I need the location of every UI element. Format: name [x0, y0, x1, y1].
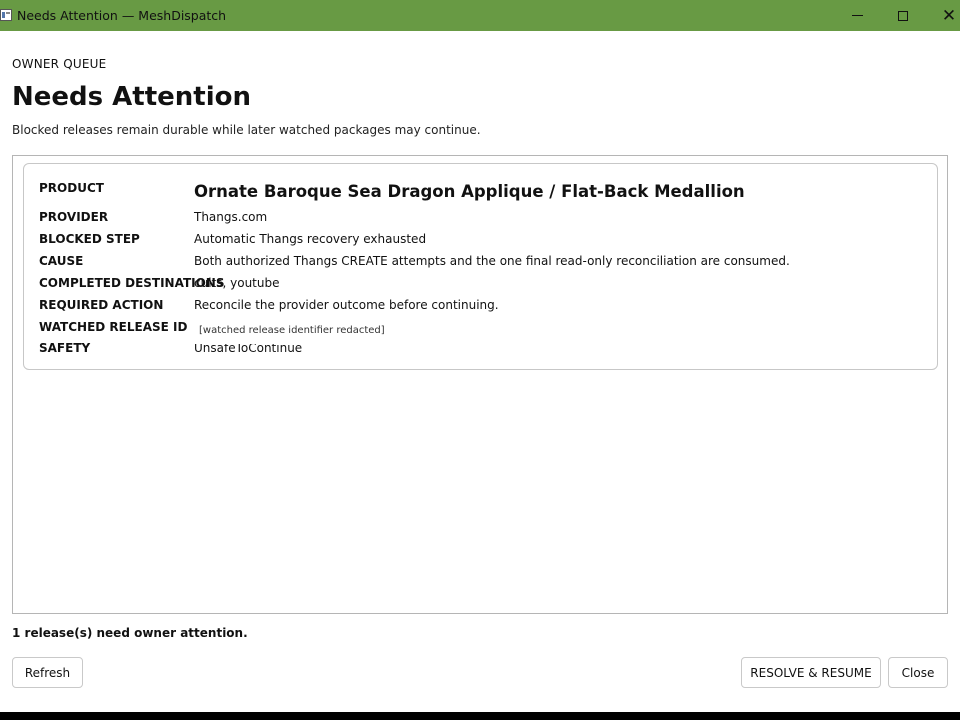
watched-release-id-label: WATCHED RELEASE ID [39, 320, 188, 334]
window-title: Needs Attention — MeshDispatch [17, 8, 227, 23]
safety-label: SAFETY [39, 341, 91, 355]
attention-count-status: 1 release(s) need owner attention. [12, 626, 248, 640]
resolve-resume-button[interactable]: RESOLVE & RESUME [741, 657, 881, 688]
product-label: PRODUCT [39, 181, 104, 195]
completed-destinations-value: cults, youtube [194, 276, 280, 290]
refresh-button[interactable]: Refresh [12, 657, 83, 688]
page-title: Needs Attention [12, 82, 252, 112]
title-bar: Needs Attention — MeshDispatch ✕ [0, 0, 960, 31]
release-list[interactable]: PRODUCT Ornate Baroque Sea Dragon Appliq… [12, 155, 948, 614]
cause-label: CAUSE [39, 254, 84, 268]
blocked-step-value: Automatic Thangs recovery exhausted [194, 232, 427, 246]
close-icon: ✕ [941, 5, 957, 26]
close-button[interactable]: Close [888, 657, 948, 688]
blocked-step-label: BLOCKED STEP [39, 232, 140, 246]
page-subtitle: Blocked releases remain durable while la… [12, 123, 481, 137]
cause-value: Both authorized Thangs CREATE attempts a… [194, 254, 790, 268]
app-window: Needs Attention — MeshDispatch ✕ OWNER Q… [0, 0, 960, 712]
section-overline: OWNER QUEUE [12, 57, 107, 71]
watched-release-id-value: [watched release identifier redacted] [199, 325, 385, 336]
app-icon [0, 9, 12, 21]
required-action-value: Reconcile the provider outcome before co… [194, 298, 499, 312]
maximize-icon [898, 10, 908, 21]
product-value: Ornate Baroque Sea Dragon Applique / Fla… [194, 182, 745, 201]
close-window-button[interactable]: ✕ [926, 0, 960, 31]
provider-value: Thangs.com [194, 210, 268, 224]
minimize-button[interactable] [834, 0, 880, 31]
required-action-label: REQUIRED ACTION [39, 298, 164, 312]
provider-label: PROVIDER [39, 210, 109, 224]
release-card[interactable]: PRODUCT Ornate Baroque Sea Dragon Appliq… [23, 163, 938, 370]
minimize-icon [851, 15, 863, 16]
safety-value: UnsafeToContinue [194, 341, 303, 355]
maximize-button[interactable] [880, 0, 926, 31]
